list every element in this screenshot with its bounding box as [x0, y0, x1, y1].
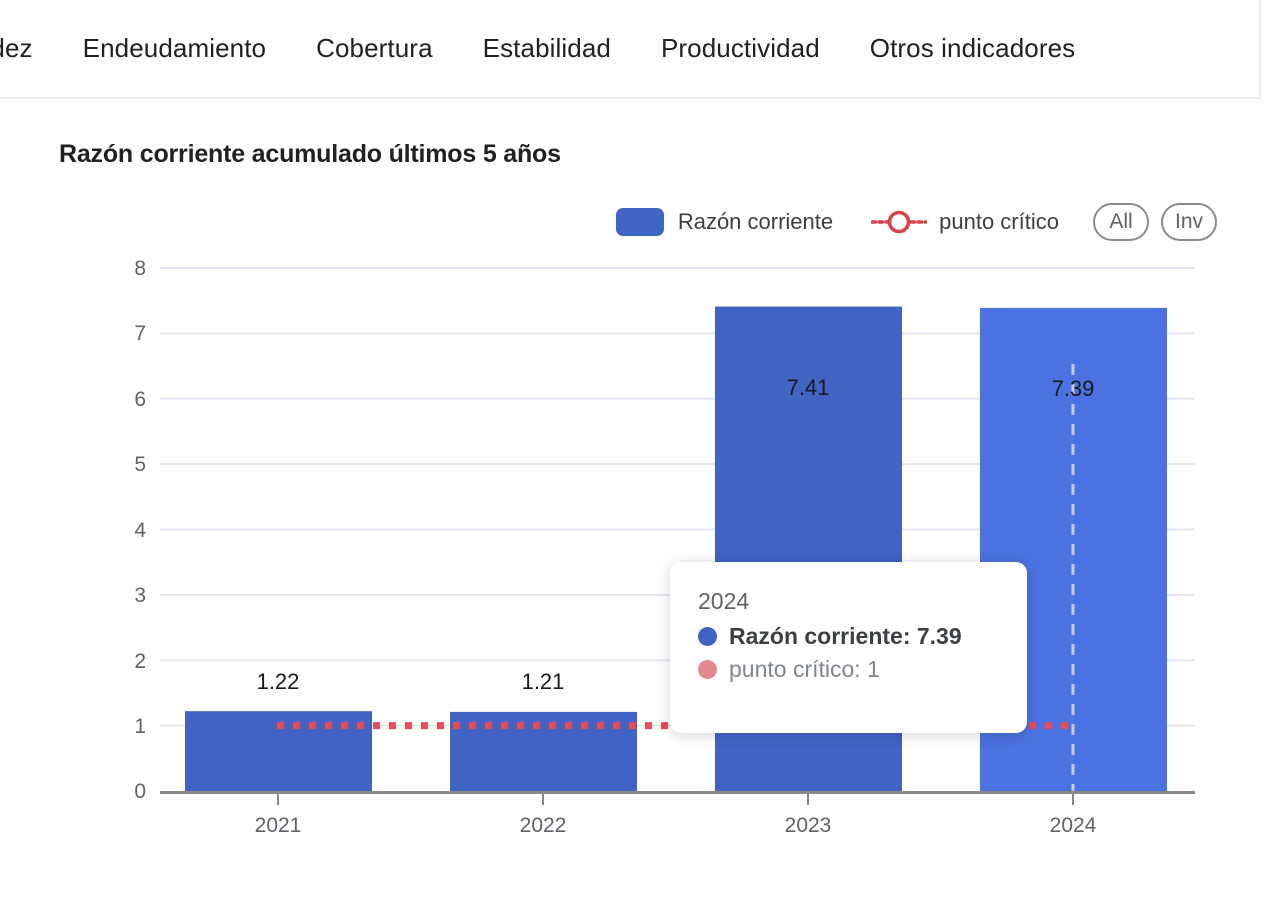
tooltip-row-punto-critico: punto crítico: 1	[698, 656, 999, 683]
bar-label-2023: 7.41	[787, 375, 830, 400]
y-tick-2: 2	[134, 650, 146, 673]
tooltip-row-razon-corriente: Razón corriente: 7.39	[698, 623, 999, 650]
y-tick-0: 0	[134, 780, 146, 803]
nav-tab-endeudamiento[interactable]: Endeudamiento	[58, 0, 291, 97]
y-tick-3: 3	[134, 584, 146, 607]
bar-2022[interactable]	[450, 711, 637, 791]
top-navigation-bar: Liquidez Endeudamiento Cobertura Estabil…	[0, 0, 1261, 99]
chart-card: Razón corriente acumulado últimos 5 años…	[0, 99, 1261, 902]
bar-label-2022: 1.21	[522, 669, 565, 694]
y-tick-1: 1	[134, 715, 146, 738]
x-tick-2021: 2021	[255, 814, 302, 837]
nav-tab-liquidez[interactable]: Liquidez	[0, 0, 58, 97]
y-tick-7: 7	[134, 322, 146, 345]
nav-tab-estabilidad[interactable]: Estabilidad	[458, 0, 636, 97]
tooltip-dot-razon-corriente-icon	[698, 627, 717, 646]
y-tick-4: 4	[134, 519, 146, 542]
nav-tab-list: Liquidez Endeudamiento Cobertura Estabil…	[0, 0, 1100, 97]
bar-label-2021: 1.22	[257, 669, 300, 694]
y-tick-5: 5	[134, 453, 146, 476]
y-tick-6: 6	[134, 388, 146, 411]
nav-tab-productividad[interactable]: Productividad	[636, 0, 845, 97]
x-axis	[160, 791, 1195, 805]
chart-plot-area[interactable]: 8 7 6 5 4 3 2 1 0 1.22 1.21 7.41 7.39 20…	[0, 99, 1261, 902]
nav-tab-otros-indicadores[interactable]: Otros indicadores	[845, 0, 1100, 97]
bar-label-2024: 7.39	[1052, 376, 1095, 401]
x-tick-2022: 2022	[520, 814, 567, 837]
y-axis-tick-labels: 8 7 6 5 4 3 2 1 0	[134, 257, 146, 803]
x-tick-2023: 2023	[785, 814, 832, 837]
y-tick-8: 8	[134, 257, 146, 280]
tooltip-label-punto-critico: punto crítico: 1	[729, 656, 880, 682]
tooltip-title: 2024	[698, 588, 750, 614]
x-tick-2024: 2024	[1050, 814, 1097, 837]
tooltip-label-razon-corriente: Razón corriente: 7.39	[729, 623, 962, 649]
x-axis-tick-labels: 2021 2022 2023 2024	[255, 814, 1097, 837]
tooltip-dot-punto-critico-icon	[698, 660, 717, 679]
chart-tooltip: 2024 Razón corriente: 7.39 punto crítico…	[670, 562, 1027, 733]
nav-tab-cobertura[interactable]: Cobertura	[291, 0, 458, 97]
chart-svg: 8 7 6 5 4 3 2 1 0 1.22 1.21 7.41 7.39 20…	[134, 257, 1195, 837]
